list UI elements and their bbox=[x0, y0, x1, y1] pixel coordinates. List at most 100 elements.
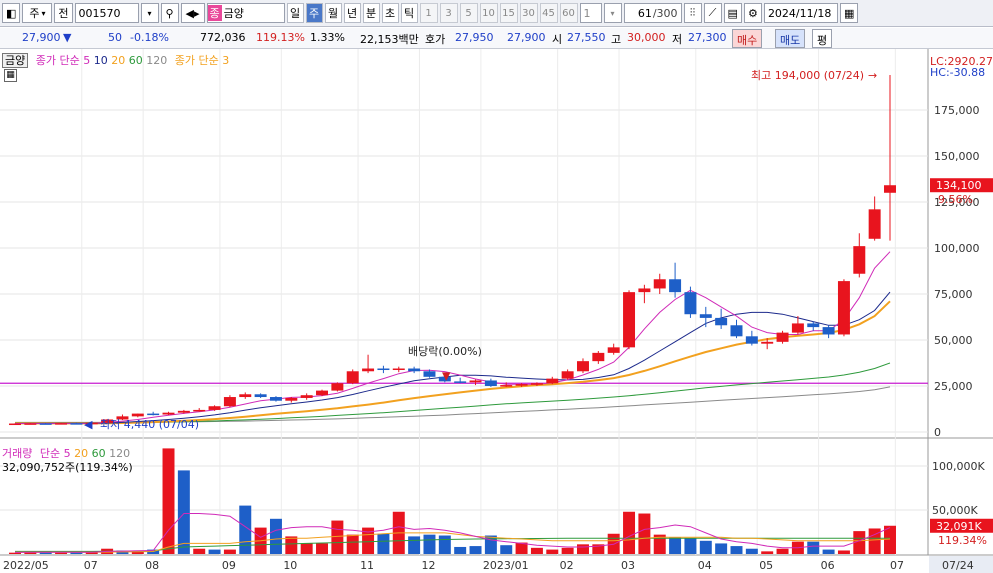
x-tick-label: 06 bbox=[821, 559, 835, 572]
ask-value: 27,950 bbox=[455, 31, 494, 44]
volume-bar bbox=[761, 551, 774, 554]
candle-body bbox=[377, 368, 390, 371]
eval-button[interactable]: 평 bbox=[812, 29, 833, 48]
candle-body bbox=[853, 246, 866, 274]
change-value: 50 bbox=[108, 31, 122, 44]
volume-bar bbox=[822, 549, 835, 554]
calendar-icon[interactable]: ▦ bbox=[839, 3, 859, 23]
period-minute[interactable]: 분 bbox=[362, 3, 380, 23]
candle-body bbox=[607, 347, 620, 353]
interval-45[interactable]: 45 bbox=[539, 3, 558, 23]
candle-body bbox=[55, 423, 68, 425]
ma-period-10: 10 bbox=[93, 54, 108, 67]
candle-body bbox=[208, 406, 221, 410]
volume-ratio: 119.13% bbox=[256, 31, 305, 44]
candle-body bbox=[285, 397, 298, 401]
x-tick-label: 02 bbox=[560, 559, 574, 572]
candle-body bbox=[837, 281, 850, 335]
period-day[interactable]: 일 bbox=[286, 3, 304, 23]
x-tick-label: 07/24 bbox=[942, 559, 974, 572]
x-tick-label: 08 bbox=[145, 559, 159, 572]
volume-bar bbox=[469, 546, 482, 554]
chart-area[interactable]: 175,000150,000125,000100,00075,00050,000… bbox=[0, 49, 993, 573]
candle-body bbox=[147, 413, 160, 416]
candle-body bbox=[684, 292, 697, 315]
interval-3[interactable]: 3 bbox=[439, 3, 458, 23]
volume-value: 772,036 bbox=[200, 31, 246, 44]
stock-name-field[interactable]: 종 금양 bbox=[206, 3, 285, 23]
candle-body bbox=[408, 368, 421, 372]
candle-body bbox=[131, 413, 144, 417]
candle-body bbox=[300, 395, 313, 398]
candle-body bbox=[392, 368, 405, 371]
period-week[interactable]: 주 bbox=[305, 3, 323, 23]
draw-tool-icon[interactable]: ⟋ bbox=[703, 3, 722, 23]
ma-period-20: 20 bbox=[111, 54, 126, 67]
chevron-down-icon[interactable]: ▾ bbox=[140, 3, 159, 23]
price-tick-label: 50,000 bbox=[934, 334, 973, 347]
volume-bar bbox=[55, 552, 68, 554]
period-tick[interactable]: 틱 bbox=[400, 3, 418, 23]
volume-bar bbox=[208, 549, 221, 554]
period-second[interactable]: 초 bbox=[381, 3, 399, 23]
interval-10[interactable]: 10 bbox=[479, 3, 498, 23]
volume-bar bbox=[576, 544, 589, 554]
type-select[interactable]: 전 bbox=[54, 3, 73, 23]
volume-bar bbox=[776, 548, 789, 554]
candle-settings-icon[interactable]: ⫶⫶ bbox=[683, 3, 702, 23]
sell-button[interactable]: 매도 bbox=[775, 29, 806, 48]
grid-toggle-icon[interactable]: ▦ bbox=[4, 69, 17, 82]
candle-body bbox=[316, 390, 329, 396]
candle-body bbox=[822, 327, 835, 335]
interval-30[interactable]: 30 bbox=[519, 3, 538, 23]
gear-icon[interactable]: ⚙ bbox=[743, 3, 762, 23]
candle-body bbox=[9, 423, 21, 426]
buy-button[interactable]: 매수 bbox=[732, 29, 763, 48]
ma-label[interactable]: 종가 단순 bbox=[36, 54, 80, 67]
code-input[interactable]: 001570 bbox=[74, 3, 139, 23]
x-tick-label: 07 bbox=[890, 559, 904, 572]
candle-body bbox=[807, 323, 820, 328]
date-input[interactable]: 2024/11/18 bbox=[763, 3, 838, 23]
interval-input[interactable]: 1 bbox=[579, 3, 602, 23]
save-icon[interactable]: ▤ bbox=[723, 3, 742, 23]
candle-body bbox=[254, 394, 267, 398]
chevron-down-icon[interactable]: ▾ bbox=[603, 3, 622, 23]
interval-1[interactable]: 1 bbox=[419, 3, 438, 23]
ma-label-2[interactable]: 종가 단순 3 bbox=[175, 54, 229, 67]
high-arrow: → bbox=[868, 69, 877, 82]
x-tick-label: 11 bbox=[360, 559, 374, 572]
search-icon[interactable]: ⚲ bbox=[160, 3, 179, 23]
price-tick-label: 150,000 bbox=[934, 150, 980, 163]
interval-15[interactable]: 15 bbox=[499, 3, 518, 23]
candle-body bbox=[423, 371, 436, 377]
interval-5[interactable]: 5 bbox=[459, 3, 478, 23]
period-year[interactable]: 년 bbox=[343, 3, 361, 23]
down-arrow-icon: ▼ bbox=[63, 31, 72, 44]
candle-body bbox=[162, 412, 175, 415]
count-value: 61 bbox=[637, 6, 652, 20]
candle-body bbox=[331, 383, 344, 391]
hc-label: HC:-30.88 bbox=[930, 66, 985, 79]
screen-link-icon[interactable]: ◧ bbox=[2, 3, 21, 23]
turnover-value: 1.33% bbox=[310, 31, 345, 44]
hoga-label: 호가 bbox=[425, 33, 446, 46]
candle-body bbox=[346, 371, 359, 384]
candle-body bbox=[592, 352, 605, 362]
low-annotation: 최저 4,440 (07/04) bbox=[100, 418, 199, 431]
period-month[interactable]: 월 bbox=[324, 3, 342, 23]
volume-bar bbox=[837, 550, 850, 554]
interval-60[interactable]: 60 bbox=[559, 3, 578, 23]
price-legend: 금양 종가 단순 5 10 20 60 120 종가 단순 3 bbox=[2, 52, 229, 68]
speaker-icon[interactable]: ◀▸ bbox=[180, 3, 205, 23]
candle-body bbox=[269, 397, 282, 401]
candle-body bbox=[177, 410, 190, 413]
change-pct: -0.18% bbox=[130, 31, 169, 44]
open-value: 27,550 bbox=[567, 31, 606, 44]
x-tick-label: 10 bbox=[283, 559, 297, 572]
stock-tag[interactable]: 금양 bbox=[2, 53, 29, 68]
market-select[interactable]: 주 ▾ bbox=[22, 3, 53, 23]
volume-tick-label: 100,000K bbox=[932, 460, 985, 473]
count-field[interactable]: 61/300 bbox=[623, 3, 682, 23]
volume-bar bbox=[316, 543, 329, 554]
